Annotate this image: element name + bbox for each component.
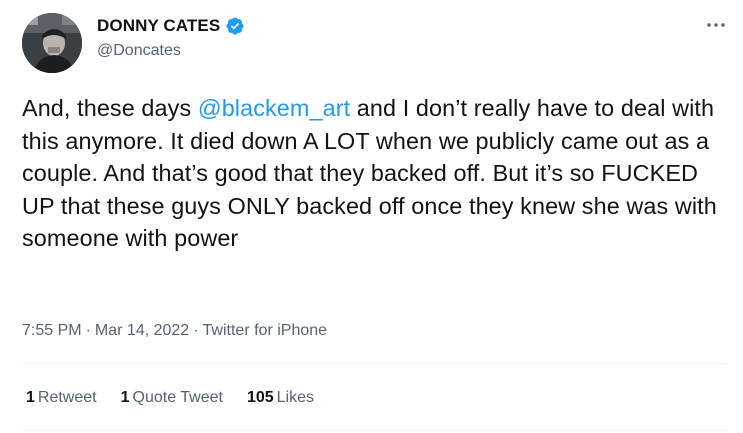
likes-label: Likes: [276, 389, 315, 406]
retweets-stat[interactable]: 1 Retweet: [26, 389, 97, 407]
quote-tweets-count: 1: [120, 389, 130, 406]
tweet-text: And, these days @blackem_art and I don’t…: [22, 92, 727, 255]
verified-badge-icon: [225, 16, 245, 36]
divider: [22, 363, 727, 364]
avatar-image: [22, 13, 82, 73]
tweet-date[interactable]: Mar 14, 2022: [95, 322, 189, 339]
engagement-stats: 1 Retweet 1 Quote Tweet 105 Likes: [26, 389, 338, 407]
mention-link[interactable]: @blackem_art: [198, 95, 350, 121]
meta-separator: ·: [85, 322, 91, 339]
quote-tweets-stat[interactable]: 1 Quote Tweet: [121, 389, 223, 407]
likes-count: 105: [246, 389, 274, 406]
tweet-meta: 7:55 PM · Mar 14, 2022 · Twitter for iPhone: [22, 322, 327, 340]
divider: [22, 430, 727, 431]
retweets-label: Retweet: [37, 389, 97, 406]
more-horizontal-icon[interactable]: [705, 14, 727, 36]
likes-stat[interactable]: 105 Likes: [247, 389, 314, 407]
tweet-card: DONNY CATES @Doncates And, these days @b…: [0, 0, 743, 433]
author-name-row: DONNY CATES: [97, 15, 245, 37]
quote-tweets-label: Quote Tweet: [132, 389, 223, 406]
tweet-time[interactable]: 7:55 PM: [22, 322, 82, 339]
tweet-text-start: And, these days: [22, 95, 198, 121]
author-name[interactable]: DONNY CATES: [97, 16, 220, 36]
tweet-source[interactable]: Twitter for iPhone: [203, 322, 328, 339]
retweets-count: 1: [26, 389, 35, 406]
meta-separator: ·: [193, 322, 199, 339]
avatar[interactable]: [22, 13, 82, 73]
author-handle[interactable]: @Doncates: [97, 42, 181, 60]
